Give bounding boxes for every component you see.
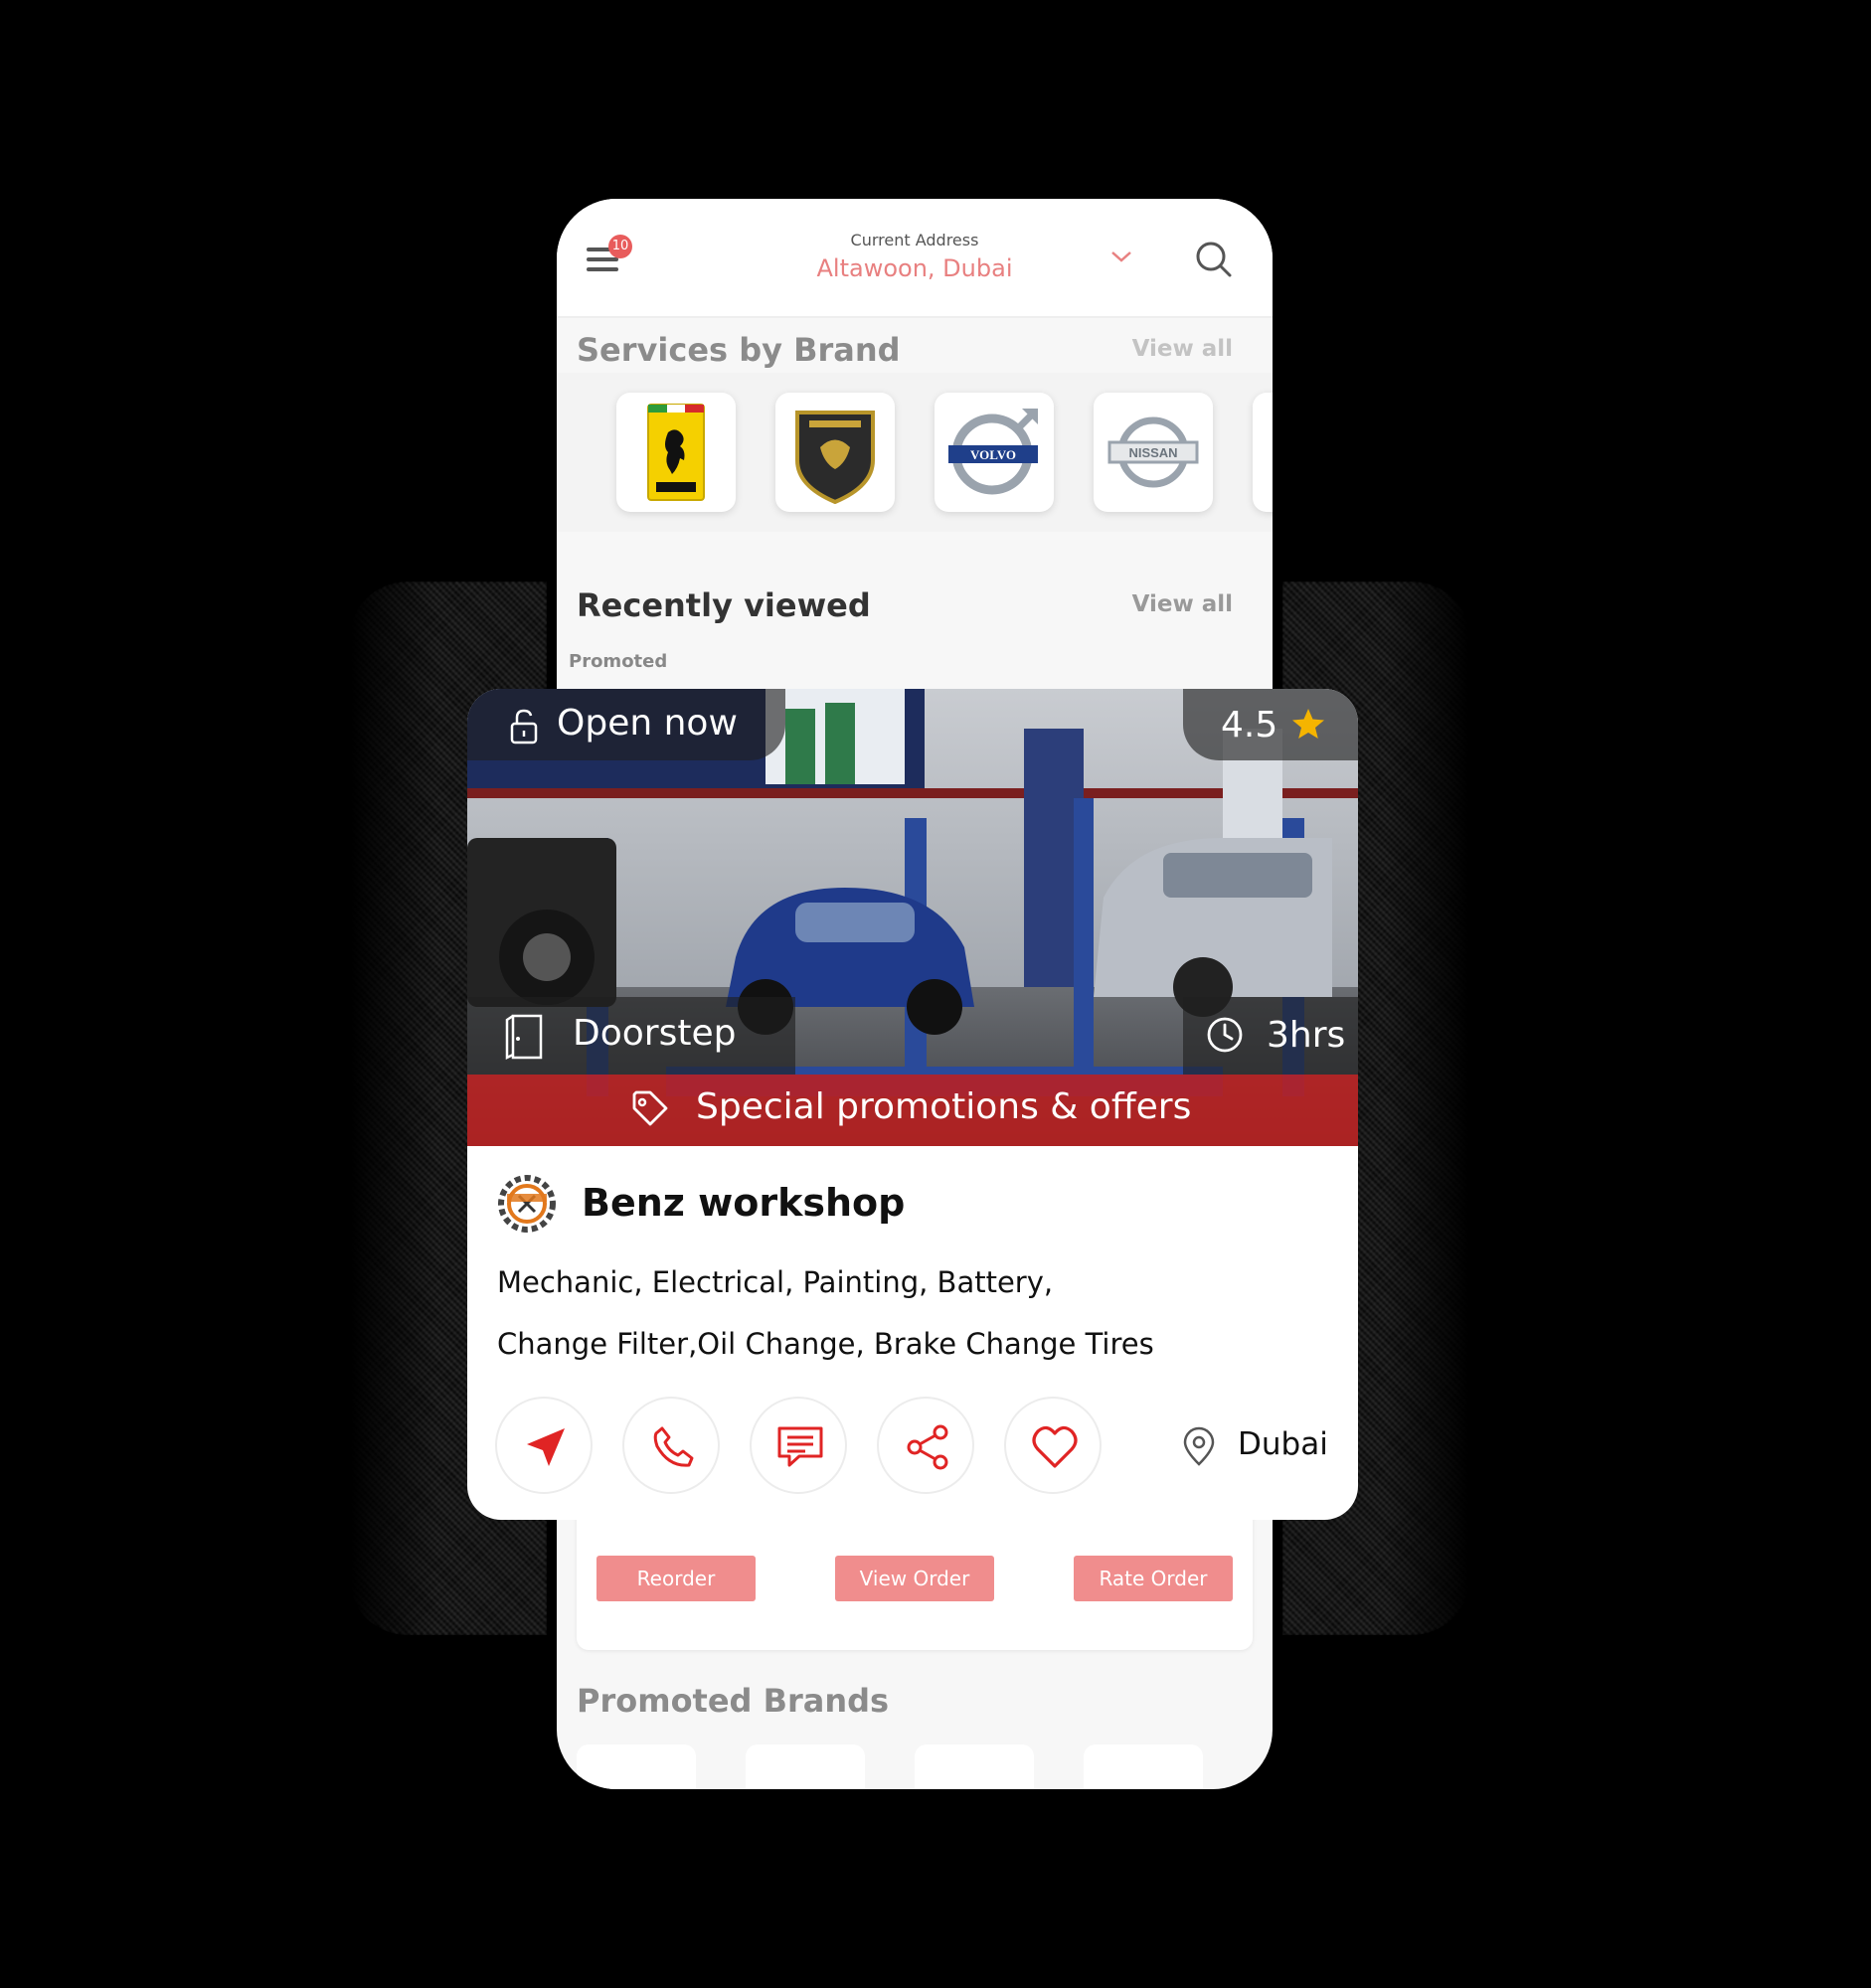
navigate-icon	[527, 1428, 565, 1466]
promoted-brand-tile[interactable]	[746, 1744, 865, 1789]
workshop-logo-icon	[498, 1175, 556, 1233]
unlock-icon	[510, 709, 538, 745]
door-icon	[505, 1014, 543, 1061]
nissan-logo-icon: NISSAN	[1107, 416, 1199, 488]
svg-text:VOLVO: VOLVO	[970, 447, 1016, 462]
volvo-logo-icon: VOLVO	[948, 409, 1038, 495]
duration-text: 3hrs	[1267, 1015, 1346, 1056]
rate-order-button[interactable]: Rate Order	[1074, 1556, 1233, 1601]
brand-tile-volvo[interactable]: VOLVO	[935, 393, 1054, 512]
favorite-button[interactable]	[1004, 1397, 1102, 1494]
chat-icon	[777, 1426, 823, 1467]
workshop-services-line-2: Change Filter,Oil Change, Brake Change T…	[497, 1327, 1154, 1361]
workshop-photo: Open now 4.5 Doorstep 3hrs Special promo…	[467, 689, 1358, 1146]
brand-strip: VOLVO NISSAN	[557, 373, 1273, 532]
address-value[interactable]: Altawoon, Dubai	[557, 254, 1273, 282]
service-type-text: Doorstep	[573, 1013, 737, 1054]
view-order-button[interactable]: View Order	[835, 1556, 994, 1601]
promoted-brand-tile[interactable]	[1084, 1744, 1203, 1789]
recently-viewed-title: Recently viewed	[577, 586, 871, 624]
promoted-label: Promoted	[569, 651, 668, 672]
share-button[interactable]	[877, 1397, 974, 1494]
promoted-brands-title: Promoted Brands	[577, 1682, 890, 1720]
promoted-brand-tile[interactable]	[915, 1744, 1034, 1789]
search-icon[interactable]	[1193, 239, 1233, 278]
app-header: 10 Current Address Altawoon, Dubai	[557, 199, 1273, 318]
services-view-all-link[interactable]: View all	[1132, 336, 1233, 362]
heart-icon	[1032, 1425, 1078, 1468]
promotions-text: Special promotions & offers	[696, 1086, 1192, 1127]
address-label: Current Address	[850, 231, 979, 249]
location-text: Dubai	[1238, 1426, 1328, 1462]
brand-tile-ferrari[interactable]	[616, 393, 736, 512]
navigate-button[interactable]	[495, 1397, 593, 1494]
lamborghini-logo-icon	[795, 411, 875, 505]
reorder-button[interactable]: Reorder	[596, 1556, 756, 1601]
ferrari-logo-icon	[647, 404, 705, 501]
rating-value: 4.5	[1221, 705, 1278, 746]
clock-icon	[1207, 1017, 1243, 1053]
chevron-down-icon[interactable]	[1108, 247, 1134, 266]
location-pin-icon	[1183, 1426, 1215, 1466]
star-icon	[1292, 709, 1324, 739]
brand-tile-nissan[interactable]: NISSAN	[1094, 393, 1213, 512]
promoted-brand-tile[interactable]	[577, 1744, 696, 1789]
message-button[interactable]	[750, 1397, 847, 1494]
brand-tile-lamborghini[interactable]	[775, 393, 895, 512]
workshop-services-line-1: Mechanic, Electrical, Painting, Battery,	[497, 1265, 1054, 1299]
brand-tile-partial[interactable]	[1253, 393, 1273, 512]
share-icon	[907, 1424, 948, 1470]
workshop-name: Benz workshop	[582, 1181, 906, 1225]
open-status-text: Open now	[557, 703, 738, 744]
phone-icon	[653, 1426, 694, 1467]
recently-viewed-view-all-link[interactable]: View all	[1132, 591, 1233, 617]
services-by-brand-title: Services by Brand	[577, 331, 901, 369]
tag-icon	[632, 1090, 668, 1126]
workshop-card[interactable]: Open now 4.5 Doorstep 3hrs Special promo…	[467, 689, 1358, 1520]
svg-text:NISSAN: NISSAN	[1128, 445, 1177, 460]
call-button[interactable]	[622, 1397, 720, 1494]
